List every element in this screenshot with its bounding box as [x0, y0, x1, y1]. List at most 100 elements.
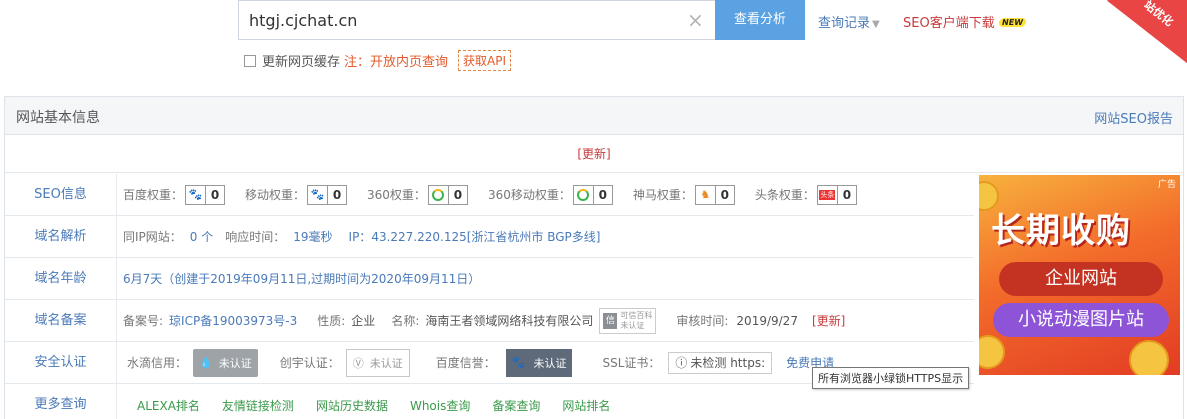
v-shield-icon: Ⓥ — [352, 356, 364, 370]
baidu-weight[interactable]: 🐾 0 — [185, 184, 226, 205]
ip-value[interactable]: 43.227.220.125[浙江省杭州市 BGP多线] — [371, 228, 600, 245]
update-row: [更新] — [5, 135, 1183, 173]
more-link-icp[interactable]: 备案查询 — [492, 397, 540, 414]
icp-number-label: 备案号: — [123, 314, 164, 328]
refresh-cache-checkbox[interactable] — [244, 54, 256, 67]
360-icon — [573, 185, 594, 204]
kexin-line1: 可信百科 — [620, 310, 653, 320]
weight-value: 0 — [453, 187, 463, 202]
weight-label: 百度权重： — [123, 188, 184, 202]
review-time-label: 审核时间: — [676, 314, 729, 328]
ad-title: 长期收购 — [991, 211, 1131, 251]
icp-update-link[interactable]: [更新] — [812, 312, 845, 329]
more-link-alexa[interactable]: ALEXA排名 — [137, 397, 200, 414]
weight-label: 移动权重： — [245, 188, 306, 202]
corner-ribbon[interactable]: 站优化 — [1107, 0, 1187, 69]
ad-close-label[interactable]: 广告 — [1158, 177, 1176, 190]
weight-value: 0 — [720, 187, 730, 202]
ad-banner[interactable]: 广告 长期收购 企业网站 小说动漫图片站 — [979, 175, 1180, 375]
response-time-label: 响应时间： — [225, 230, 286, 244]
analyze-button[interactable]: 查看分析 — [715, 0, 805, 40]
panel-header: 网站基本信息 网站SEO报告 — [5, 97, 1183, 135]
coin-decoration — [1129, 340, 1169, 375]
weight-label: 神马权重： — [632, 188, 693, 202]
search-input[interactable] — [249, 9, 669, 31]
shuidi-badge[interactable]: 💧 未认证 — [193, 348, 258, 377]
age-content: 6月7天（创建于2019年09月11日,过期时间为2020年09月11日） — [117, 270, 480, 287]
ssl-status[interactable]: ⓘ 未检测 https: — [668, 351, 773, 374]
row-label-icp[interactable]: 域名备案 — [5, 300, 117, 341]
coin-decoration — [979, 335, 1005, 369]
toutiao-icon: 头条 — [817, 185, 838, 204]
seo-row: SEO信息 百度权重： 🐾 0 移动权重： 🐾 0 360权重： 0 360移动权重… — [5, 174, 974, 216]
company-name-label: 名称: — [391, 314, 420, 328]
chevron-down-icon: ▼ — [872, 19, 880, 30]
weight-label: 头条权重： — [754, 188, 815, 202]
inner-page-note: 注：开放内页查询 — [344, 55, 449, 70]
seo-weights: 百度权重： 🐾 0 移动权重： 🐾 0 360权重： 0 360移动权重： 0 神马… — [117, 184, 857, 205]
row-label-dns[interactable]: 域名解析 — [5, 216, 117, 257]
shenma-icon: ♞ — [695, 185, 716, 204]
nature-label: 性质: — [317, 314, 346, 328]
new-badge: NEW — [997, 18, 1027, 27]
kexin-line2: 未认证 — [620, 320, 645, 330]
shenma-weight[interactable]: ♞ 0 — [694, 184, 735, 205]
seo-client-download-link[interactable]: SEO客户端下载 NEW — [903, 12, 1027, 31]
baidu-credit-label: 百度信誉： — [435, 356, 496, 370]
360-icon — [428, 185, 449, 204]
more-link-history[interactable]: 网站历史数据 — [316, 397, 388, 414]
baidu-paw-icon: 🐾 — [308, 185, 329, 204]
more-link-friendlinks[interactable]: 友情链接检测 — [222, 397, 294, 414]
more-link-ranking[interactable]: 网站排名 — [562, 397, 610, 414]
ad-pill-enterprise: 企业网站 — [999, 262, 1163, 296]
get-api-button[interactable]: 获取API — [458, 50, 512, 71]
weight-value: 0 — [842, 187, 852, 202]
row-label-more[interactable]: 更多查询 — [5, 384, 117, 419]
response-time-value: 19毫秒 — [293, 230, 333, 244]
shuidi-badge-label: 未认证 — [218, 356, 252, 370]
history-dropdown[interactable]: 查询记录 ▼ — [818, 12, 880, 31]
mobile-weight[interactable]: 🐾 0 — [307, 184, 348, 205]
kexin-icon: 信 — [603, 312, 618, 329]
icp-number-value[interactable]: 琼ICP备19003973号-3 — [169, 312, 297, 329]
kexin-badge[interactable]: 信可信百科 未认证 — [599, 307, 657, 334]
360-weight[interactable]: 0 — [427, 184, 468, 205]
weight-value: 0 — [332, 187, 342, 202]
seo-client-label: SEO客户端下载 — [903, 16, 995, 31]
domain-age-row: 域名年龄 6月7天（创建于2019年09月11日,过期时间为2020年09月11… — [5, 258, 974, 300]
baidu-credit-badge[interactable]: 🐾 未认证 — [505, 348, 573, 377]
more-row: 更多查询 ALEXA排名 友情链接检测 网站历史数据 Whois查询 备案查询 … — [5, 384, 974, 419]
weight-value: 0 — [210, 187, 220, 202]
baidu-credit-badge-label: 未认证 — [533, 356, 567, 370]
ad-pill-novel: 小说动漫图片站 — [993, 303, 1169, 337]
same-ip-value[interactable]: 0 个 — [190, 228, 213, 245]
toutiao-weight[interactable]: 头条 0 — [816, 184, 857, 205]
more-link-whois[interactable]: Whois查询 — [410, 397, 470, 414]
seo-report-link[interactable]: 网站SEO报告 — [1094, 108, 1173, 127]
search-box: × — [238, 0, 716, 40]
ssl-label: SSL证书： — [602, 356, 661, 370]
dns-row: 域名解析 同IP网站： 0 个 响应时间： 19毫秒 IP： 43.227.22… — [5, 216, 974, 258]
close-icon[interactable]: × — [687, 8, 704, 32]
same-ip-label: 同IP网站： — [123, 230, 182, 244]
icp-row: 域名备案 备案号: 琼ICP备19003973号-3 性质: 企业 名称: 海南… — [5, 300, 974, 342]
chuangyu-badge[interactable]: Ⓥ 未认证 — [345, 348, 410, 377]
more-links: ALEXA排名 友情链接检测 网站历史数据 Whois查询 备案查询 网站排名 — [117, 397, 632, 414]
security-content: 水滴信用： 💧 未认证 创宇认证： Ⓥ 未认证 百度信誉： 🐾 未认证 SSL证书： … — [117, 348, 834, 377]
history-label: 查询记录 — [818, 16, 871, 31]
nature-value: 企业 — [351, 314, 376, 328]
search-options: 更新网页缓存 注：开放内页查询 获取API — [244, 50, 512, 71]
shuidi-label: 水滴信用： — [127, 356, 188, 370]
chuangyu-badge-label: 未认证 — [369, 356, 403, 370]
row-label-seo[interactable]: SEO信息 — [5, 174, 117, 215]
dns-content: 同IP网站： 0 个 响应时间： 19毫秒 IP： 43.227.220.125… — [117, 228, 600, 245]
weight-value: 0 — [598, 187, 608, 202]
row-label-age[interactable]: 域名年龄 — [5, 258, 117, 299]
row-label-security[interactable]: 安全认证 — [5, 342, 117, 383]
domain-age-value: 6月7天（创建于2019年09月11日,过期时间为2020年09月11日） — [123, 272, 481, 286]
360-mobile-weight[interactable]: 0 — [572, 184, 613, 205]
update-link[interactable]: [更新] — [577, 147, 610, 161]
weight-label: 360权重： — [367, 188, 426, 202]
icp-content: 备案号: 琼ICP备19003973号-3 性质: 企业 名称: 海南王者领域网… — [117, 307, 845, 334]
ip-label: IP： — [348, 230, 372, 244]
